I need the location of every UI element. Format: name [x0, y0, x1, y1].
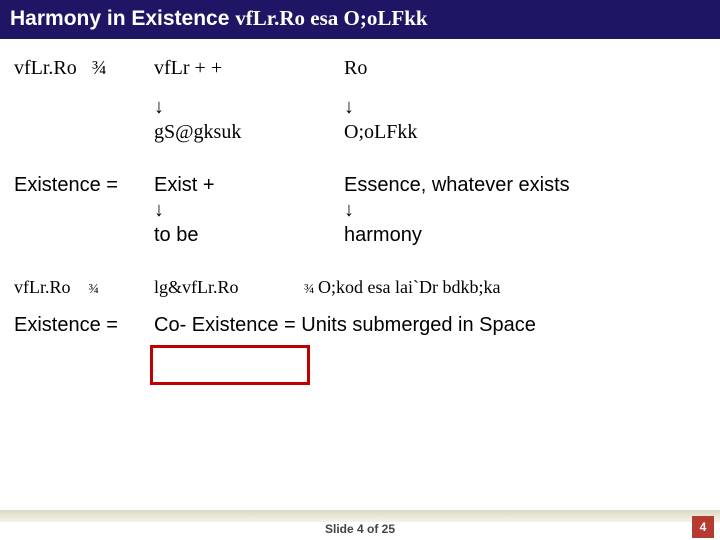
- r1c1: vfLr.Ro ¾: [14, 57, 154, 80]
- row-8: Existence = Co- Existence = Units submer…: [14, 314, 706, 337]
- r8c1: Existence =: [14, 314, 154, 337]
- r3c2: gS@gksuk: [154, 121, 344, 144]
- r6c3: harmony: [344, 224, 706, 247]
- row-1: vfLr.Ro ¾ vfLr + + Ro: [14, 57, 706, 80]
- slide: Harmony in Existence vfLr.Ro esa O;oLFkk…: [0, 0, 720, 540]
- footer-text: Slide 4 of 25: [0, 522, 720, 536]
- r4c2: Exist +: [154, 174, 344, 197]
- row-6: to be harmony: [14, 224, 706, 247]
- r4c1: Existence =: [14, 174, 154, 197]
- footer-band: [0, 510, 720, 522]
- row-4: Existence = Exist + Essence, whatever ex…: [14, 174, 706, 197]
- r1c1b: ¾: [92, 57, 107, 79]
- r7c2: lg&vfLr.Ro: [154, 277, 304, 298]
- r8rest: Co- Existence = Units submerged in Space: [154, 314, 536, 337]
- title-part2: vfLr.Ro esa O;oLFkk: [235, 6, 427, 30]
- page-number: 4: [692, 516, 714, 538]
- row-2: ↓ ↓: [14, 96, 706, 119]
- row-7: vfLr.Ro ¾ lg&vfLr.Ro ¾ O;kod esa lai`Dr …: [14, 277, 706, 298]
- r7c3: ¾ O;kod esa lai`Dr bdkb;ka: [304, 277, 706, 298]
- r3c3: O;oLFkk: [344, 121, 706, 144]
- row-3: gS@gksuk O;oLFkk: [14, 121, 706, 144]
- footer: Slide 4 of 25 4: [0, 502, 720, 540]
- r7c3a: ¾: [304, 282, 318, 297]
- r7c3b: O;kod esa lai`Dr bdkb;ka: [318, 277, 500, 297]
- row-5: ↓ ↓: [14, 199, 706, 222]
- r7c1a: vfLr.Ro: [14, 277, 71, 297]
- r1c1a: vfLr.Ro: [14, 57, 77, 79]
- r7c1: vfLr.Ro ¾: [14, 277, 154, 298]
- r5c2: ↓: [154, 199, 344, 222]
- r6c2: to be: [154, 224, 344, 247]
- r7c1b: ¾: [89, 282, 100, 297]
- r1c2: vfLr + +: [154, 57, 344, 80]
- title-part1: Harmony in Existence: [10, 7, 235, 30]
- content: vfLr.Ro ¾ vfLr + + Ro ↓ ↓ gS@gksuk O;oLF…: [0, 39, 720, 540]
- r5c3: ↓: [344, 199, 706, 222]
- r1c3: Ro: [344, 57, 706, 80]
- r2c2: ↓: [154, 96, 344, 119]
- r4c3: Essence, whatever exists: [344, 174, 706, 197]
- r2c3: ↓: [344, 96, 706, 119]
- title-bar: Harmony in Existence vfLr.Ro esa O;oLFkk: [0, 0, 720, 39]
